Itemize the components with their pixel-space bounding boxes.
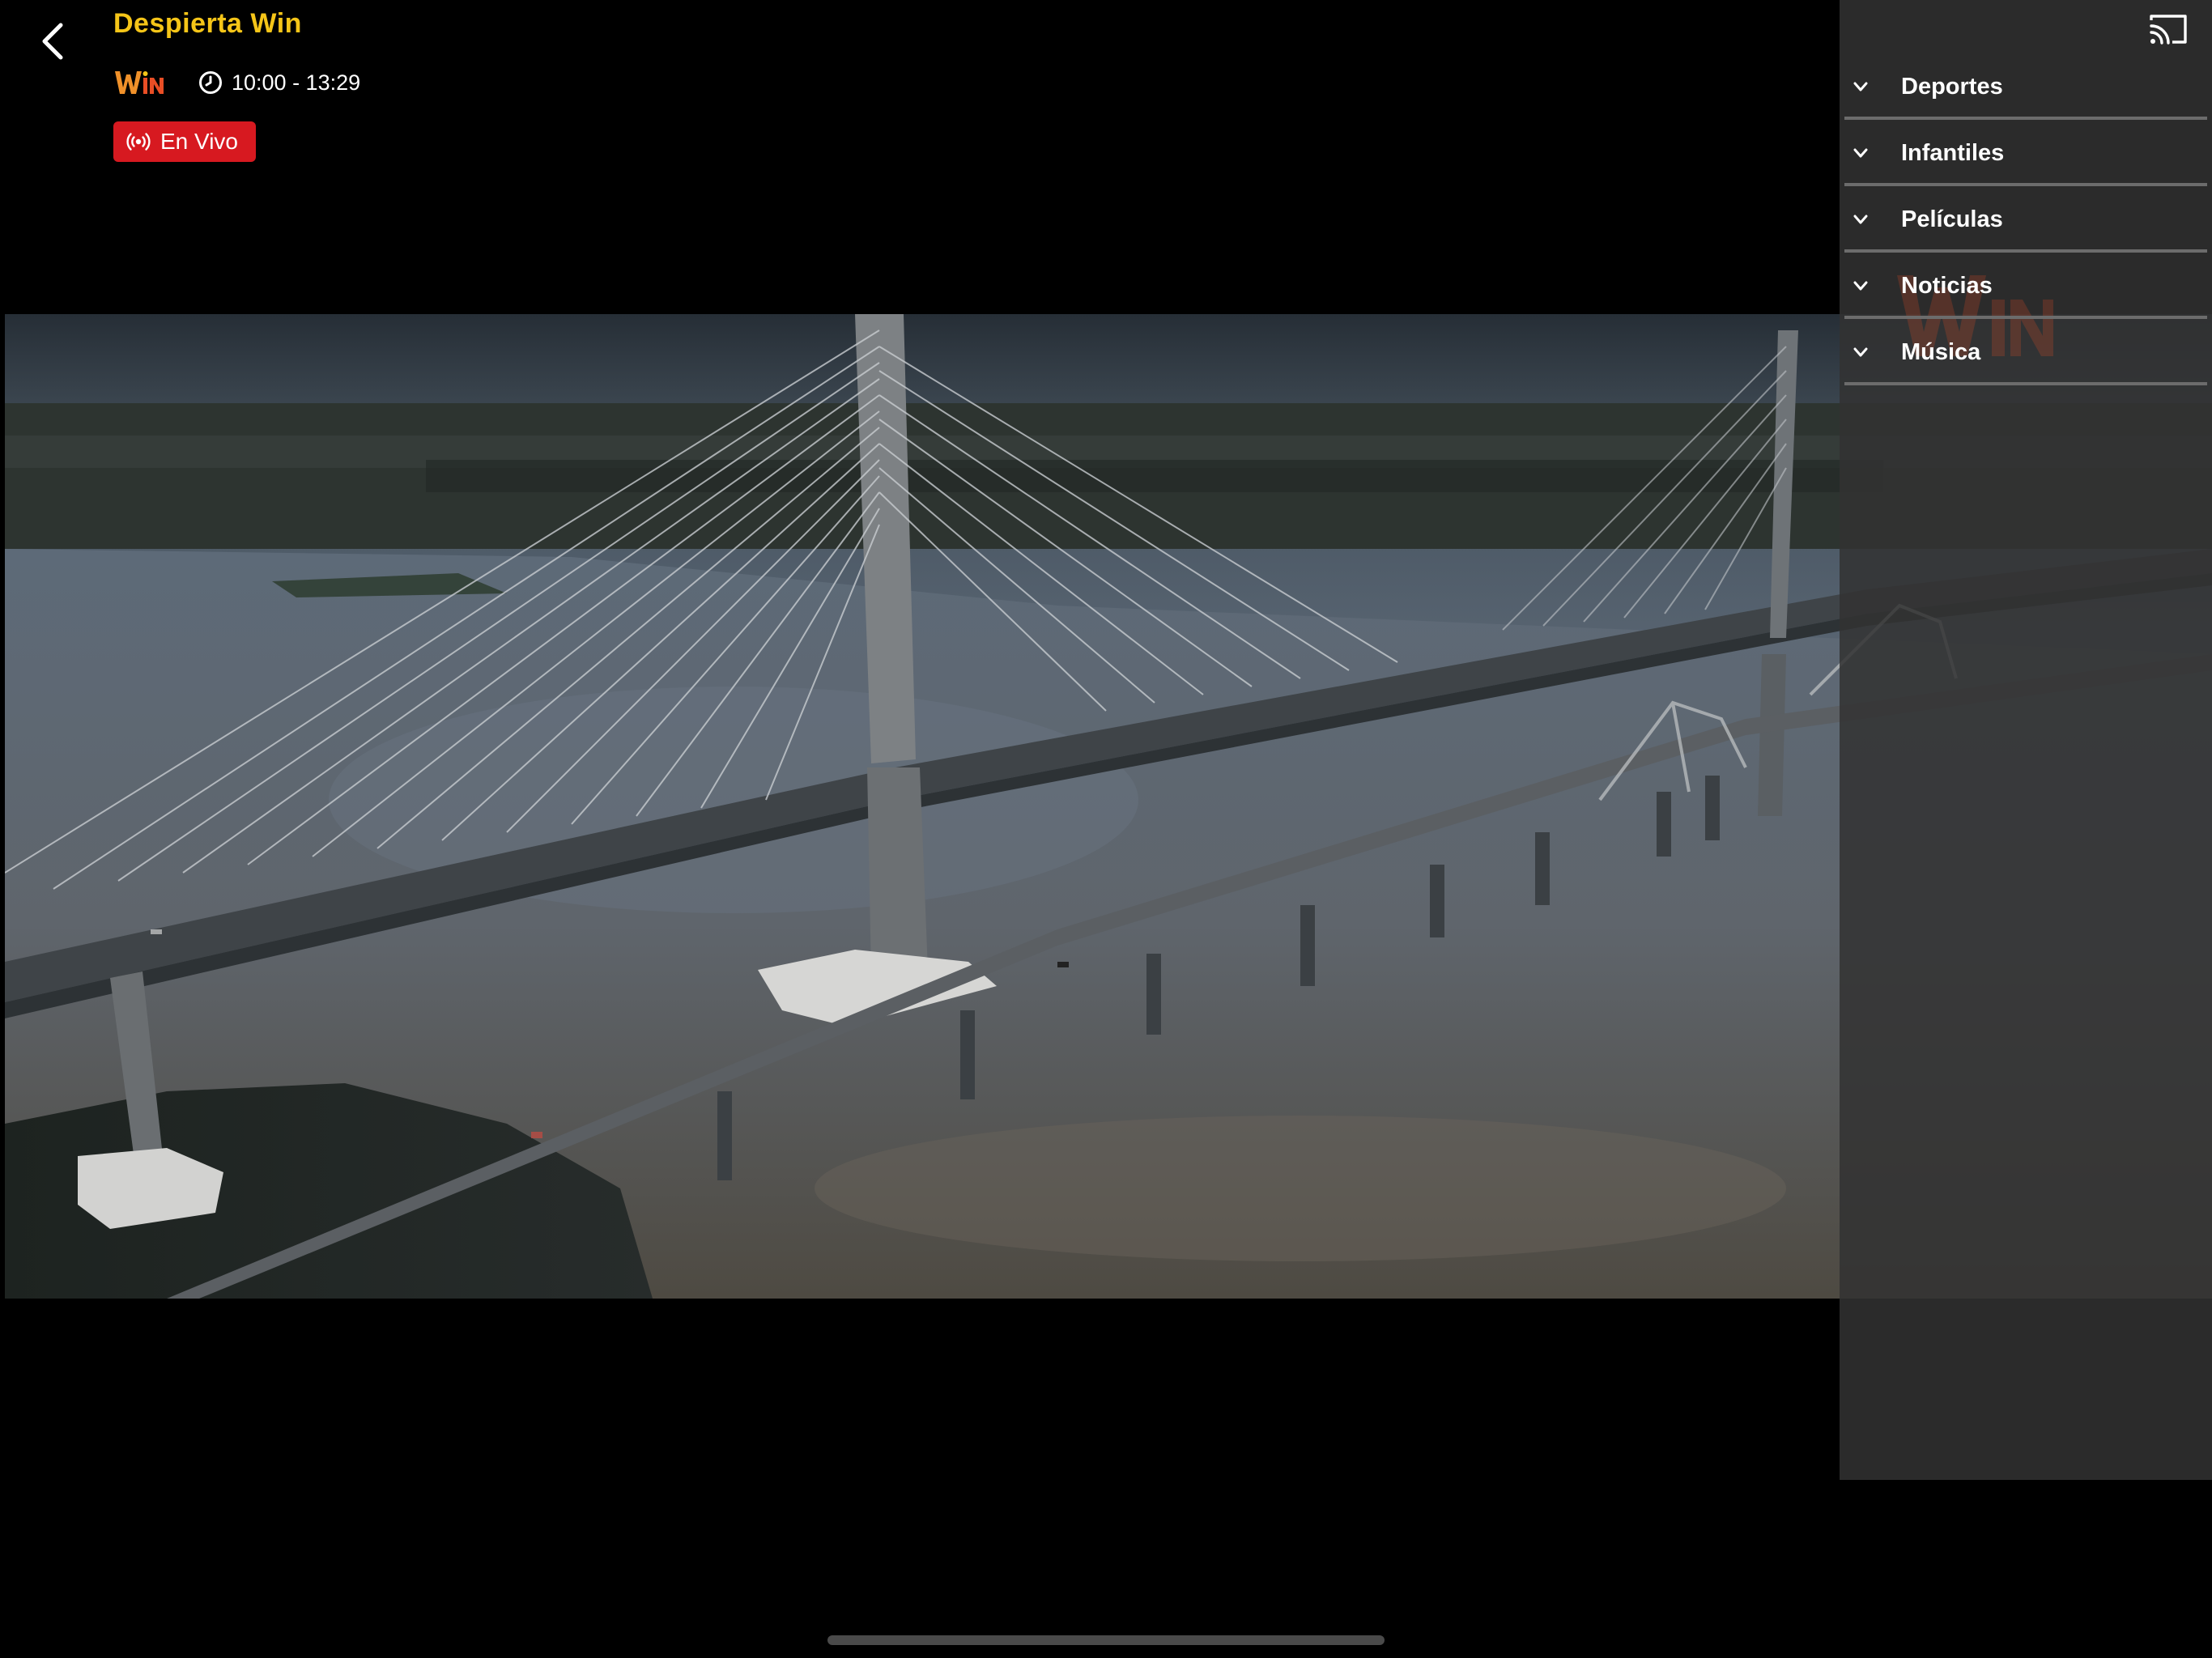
channel-logo [113,65,165,100]
category-label: Infantiles [1901,139,2005,166]
category-item-noticias[interactable]: Noticias [1844,256,2207,319]
program-title: Despierta Win [113,8,302,39]
chevron-down-icon [1851,75,1874,98]
chevron-down-icon [1851,274,1874,297]
broadcast-icon [126,130,151,154]
category-label: Películas [1901,206,2003,232]
back-button[interactable] [18,6,87,76]
chevron-down-icon [1851,208,1874,231]
schedule-time: 10:00 - 13:29 [232,70,361,95]
cast-icon [2150,15,2187,45]
live-tv-player-screen: Despierta Win 10:00 - 13:29 En Vivo Depo… [0,0,2212,1658]
clock-icon [198,70,223,96]
category-panel: Deportes Infantiles Películas Noticias M… [1840,0,2212,1480]
win-logo-icon [115,71,164,94]
category-item-infantiles[interactable]: Infantiles [1844,123,2207,186]
category-list: Deportes Infantiles Películas Noticias M… [1844,57,2207,389]
live-label: En Vivo [160,129,238,154]
category-item-deportes[interactable]: Deportes [1844,57,2207,120]
cast-button[interactable] [2142,6,2194,52]
category-label: Música [1901,338,1981,365]
category-label: Noticias [1901,272,1993,299]
chevron-down-icon [1851,341,1874,363]
live-badge: En Vivo [113,121,256,162]
category-item-peliculas[interactable]: Películas [1844,189,2207,253]
category-item-musica[interactable]: Música [1844,322,2207,385]
category-label: Deportes [1901,73,2003,100]
chevron-left-icon [42,23,63,60]
program-meta-row: 10:00 - 13:29 [113,65,360,100]
home-indicator[interactable] [827,1635,1385,1645]
chevron-down-icon [1851,142,1874,164]
